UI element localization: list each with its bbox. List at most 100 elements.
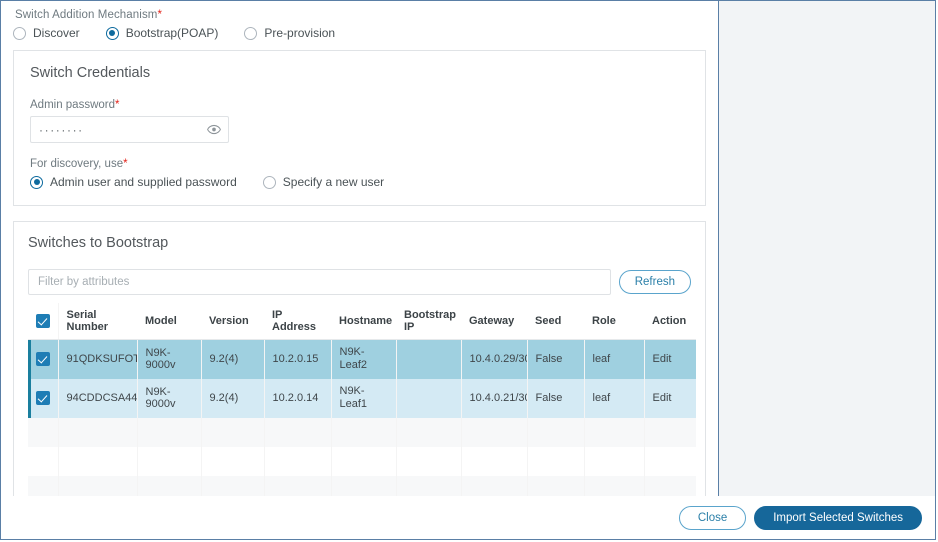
radio-admin-user-indicator[interactable] <box>30 175 43 189</box>
cell-serial-number: 91QDKSUFOTY <box>58 339 138 379</box>
column-header-model[interactable]: Model <box>137 303 201 340</box>
cell-gateway: 10.4.0.29/30 <box>461 339 528 379</box>
empty-cell <box>264 475 332 496</box>
select-all-cell <box>28 303 59 340</box>
mechanism-label: Switch Addition Mechanism* <box>15 9 706 21</box>
admin-password-label-text: Admin password <box>30 99 116 111</box>
admin-password-required-mark: * <box>115 99 120 111</box>
empty-cell <box>58 475 138 496</box>
cell-gateway: 10.4.0.21/30 <box>461 378 528 418</box>
column-header-gateway[interactable]: Gateway <box>461 303 527 340</box>
empty-cell <box>201 417 265 447</box>
column-header-version[interactable]: Version <box>201 303 264 340</box>
radio-bootstrap-poap-label: Bootstrap(POAP) <box>125 26 219 40</box>
radio-specify-new-user-indicator[interactable] <box>262 175 276 189</box>
empty-cell <box>396 475 462 496</box>
column-header-seed[interactable]: Seed <box>527 303 584 340</box>
radio-discover[interactable]: Discover <box>13 26 80 40</box>
switch-credentials-title: Switch Credentials <box>30 65 151 81</box>
empty-cell <box>396 417 462 447</box>
cell-bootstrap-ip <box>396 378 462 418</box>
empty-cell <box>331 475 397 496</box>
empty-cell <box>264 417 332 447</box>
radio-discover-label: Discover <box>33 26 80 40</box>
discovery-radio-group: Admin user and supplied password Specify… <box>30 175 689 189</box>
for-discovery-label-text: For discovery, use <box>30 158 124 170</box>
empty-cell <box>137 417 202 447</box>
filter-input[interactable] <box>28 269 611 295</box>
select-all-checkbox[interactable] <box>36 314 50 328</box>
right-pane <box>718 1 935 496</box>
mechanism-required-mark: * <box>157 9 163 21</box>
row-checkbox[interactable] <box>36 352 50 367</box>
empty-cell <box>137 446 202 476</box>
empty-cell <box>201 475 265 496</box>
radio-specify-new-user-label: Specify a new user <box>282 175 385 189</box>
admin-password-label: Admin password* <box>30 99 689 111</box>
cell-hostname: N9K-Leaf1 <box>331 378 397 418</box>
cell-ip-address: 10.2.0.14 <box>264 378 332 418</box>
dialog-footer: Close Import Selected Switches <box>1 496 935 539</box>
for-discovery-label: For discovery, use* <box>30 158 689 170</box>
switches-table: Serial Number Model Version IP Address H… <box>28 303 696 496</box>
refresh-button[interactable]: Refresh <box>618 270 691 294</box>
dialog-body: Switch Addition Mechanism* Discover Boot… <box>1 1 935 496</box>
cell-model: N9K-9000v <box>137 378 202 418</box>
close-button[interactable]: Close <box>678 505 747 530</box>
empty-cell <box>527 475 585 496</box>
admin-password-wrapper <box>30 116 229 143</box>
cell-model: N9K-9000v <box>137 339 202 379</box>
empty-cell <box>28 417 59 447</box>
import-selected-switches-button[interactable]: Import Selected Switches <box>754 505 922 530</box>
column-header-ip-address[interactable]: IP Address <box>264 303 331 340</box>
cell-role: leaf <box>584 339 645 379</box>
empty-cell <box>264 446 332 476</box>
switches-to-bootstrap-title: Switches to Bootstrap <box>28 235 169 251</box>
radio-bootstrap-poap[interactable]: Bootstrap(POAP) <box>105 26 219 40</box>
row-checkbox[interactable] <box>36 391 50 405</box>
empty-cell <box>584 446 645 476</box>
admin-password-input[interactable] <box>30 116 229 143</box>
empty-cell <box>331 446 397 476</box>
switches-to-bootstrap-card: Switches to Bootstrap Refresh <box>13 221 706 496</box>
radio-pre-provision[interactable]: Pre-provision <box>244 26 335 40</box>
column-header-serial-number[interactable]: Serial Number <box>58 303 137 340</box>
empty-row <box>28 475 696 496</box>
empty-cell <box>644 417 696 447</box>
empty-cell <box>137 475 202 496</box>
radio-discover-indicator[interactable] <box>13 26 26 40</box>
eye-icon[interactable] <box>207 123 221 136</box>
empty-cell <box>461 475 528 496</box>
cell-ip-address: 10.2.0.15 <box>264 339 332 379</box>
cell-seed: False <box>527 339 585 379</box>
column-header-hostname[interactable]: Hostname <box>331 303 396 340</box>
cell-bootstrap-ip <box>396 339 462 379</box>
empty-cell <box>331 417 397 447</box>
empty-cell <box>58 446 138 476</box>
add-switches-dialog: Switch Addition Mechanism* Discover Boot… <box>0 0 936 540</box>
empty-cell <box>396 446 462 476</box>
column-header-role[interactable]: Role <box>584 303 644 340</box>
radio-specify-new-user[interactable]: Specify a new user <box>262 175 385 189</box>
empty-cell <box>28 446 59 476</box>
column-header-bootstrap-ip[interactable]: Bootstrap IP <box>396 303 461 340</box>
radio-admin-user[interactable]: Admin user and supplied password <box>30 175 237 189</box>
for-discovery-required-mark: * <box>123 158 128 170</box>
edit-link[interactable]: Edit <box>644 339 696 379</box>
radio-bootstrap-poap-indicator[interactable] <box>105 26 119 40</box>
cell-version: 9.2(4) <box>201 339 265 379</box>
cell-version: 9.2(4) <box>201 378 265 418</box>
mechanism-radio-group: Discover Bootstrap(POAP) Pre-provision <box>13 26 706 40</box>
empty-cell <box>527 446 585 476</box>
empty-cell <box>461 446 528 476</box>
edit-link[interactable]: Edit <box>644 378 696 418</box>
empty-cell <box>527 417 585 447</box>
filter-row: Refresh <box>28 269 691 295</box>
column-header-action[interactable]: Action <box>644 303 696 340</box>
table-row[interactable]: 91QDKSUFOTY N9K-9000v 9.2(4) 10.2.0.15 N… <box>28 339 696 379</box>
radio-pre-provision-indicator[interactable] <box>244 26 258 40</box>
table-row[interactable]: 94CDDCSA44P N9K-9000v 9.2(4) 10.2.0.14 N… <box>28 378 696 418</box>
cell-serial-number: 94CDDCSA44P <box>58 378 138 418</box>
empty-cell <box>58 417 138 447</box>
cell-seed: False <box>527 378 585 418</box>
